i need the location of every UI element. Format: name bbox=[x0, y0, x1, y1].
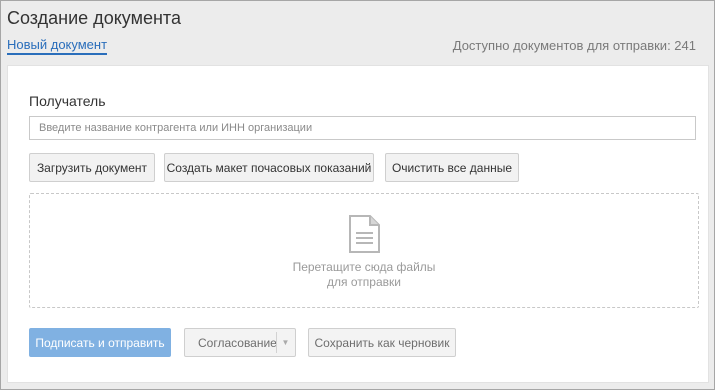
page-title: Создание документа bbox=[7, 8, 181, 28]
approval-split-button[interactable]: Согласование ▼ bbox=[184, 328, 296, 357]
clear-all-data-button[interactable]: Очистить все данные bbox=[385, 153, 519, 182]
upload-document-button[interactable]: Загрузить документ bbox=[29, 153, 155, 182]
approval-label: Согласование bbox=[198, 335, 277, 350]
document-form-card: Получатель Загрузить документ Создать ма… bbox=[7, 65, 709, 383]
sign-and-send-button[interactable]: Подписать и отправить bbox=[29, 328, 171, 357]
document-icon bbox=[349, 215, 380, 253]
dropzone-text-line2: для отправки bbox=[327, 275, 401, 289]
available-documents-count: Доступно документов для отправки: 241 bbox=[452, 38, 696, 53]
save-draft-button[interactable]: Сохранить как черновик bbox=[308, 328, 456, 357]
dropzone-text-line1: Перетащите сюда файлы bbox=[292, 260, 436, 274]
window-frame: Создание документа Новый документ Доступ… bbox=[0, 0, 715, 390]
recipient-input[interactable] bbox=[29, 116, 696, 140]
chevron-down-icon[interactable]: ▼ bbox=[276, 332, 294, 353]
new-document-tab[interactable]: Новый документ bbox=[7, 37, 108, 55]
file-dropzone[interactable]: Перетащите сюда файлы для отправки bbox=[29, 193, 699, 308]
recipient-label: Получатель bbox=[29, 93, 106, 109]
create-hourly-template-button[interactable]: Создать макет почасовых показаний bbox=[164, 153, 374, 182]
